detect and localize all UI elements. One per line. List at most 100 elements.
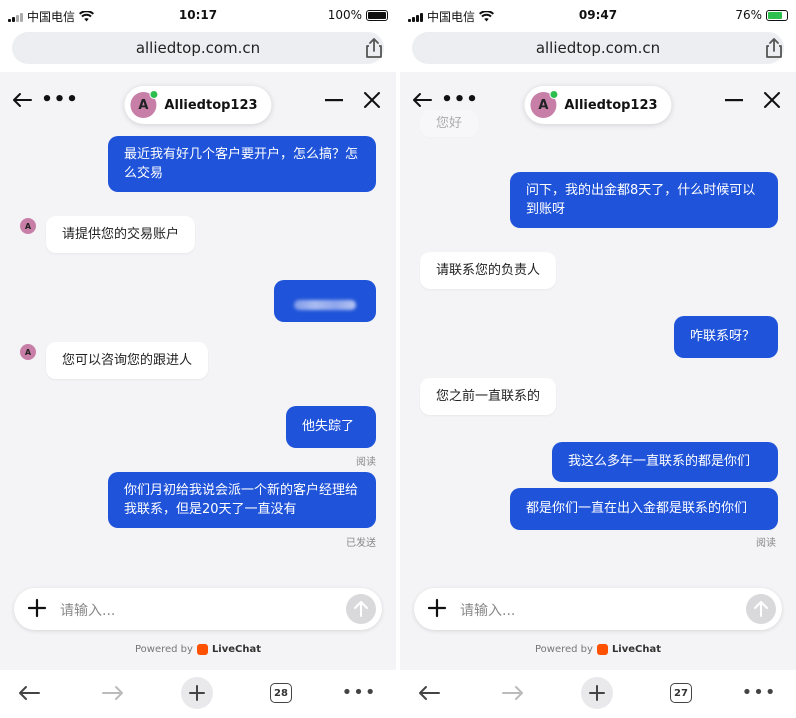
browser-back-button[interactable] — [12, 676, 46, 710]
browser-address-bar: alliedtop.com.cn — [0, 30, 396, 72]
back-arrow-icon — [419, 686, 440, 700]
agent-pill: A Alliedtop123 — [524, 86, 672, 124]
close-icon — [764, 92, 780, 108]
message-input[interactable]: 请输入... — [60, 600, 115, 620]
avatar: A — [530, 90, 559, 118]
chat-header: ••• A Alliedtop123 — [400, 72, 796, 134]
agent-avatar-small: A — [20, 344, 36, 360]
forward-arrow-icon — [502, 686, 523, 700]
minimize-icon — [325, 99, 343, 102]
send-arrow-icon — [354, 601, 368, 617]
online-indicator — [149, 90, 159, 99]
send-button[interactable] — [746, 594, 776, 624]
message-incoming: 您之前一直联系的 — [420, 378, 557, 415]
back-arrow-icon — [413, 93, 432, 107]
livechat-logo-icon — [596, 644, 608, 655]
message-outgoing-redacted — [274, 280, 376, 322]
chat-window: ••• A Alliedtop123 最近我有好几个客户要开户，怎么搞？怎么交易… — [0, 72, 396, 670]
new-tab-button[interactable] — [180, 676, 214, 710]
browser-menu-button[interactable]: ••• — [342, 676, 376, 710]
avatar: A — [130, 90, 159, 118]
message-incoming: 请联系您的负责人 — [420, 252, 557, 289]
message-incoming: 请提供您的交易账户 — [46, 216, 196, 253]
battery-percent: 100% — [327, 8, 362, 22]
url-field[interactable]: alliedtop.com.cn — [12, 32, 384, 64]
livechat-logo-icon — [196, 644, 208, 655]
minimize-icon — [725, 99, 743, 102]
browser-address-bar: alliedtop.com.cn — [400, 30, 796, 72]
status-bar: 中国电信 09:47 76% — [400, 0, 796, 30]
minimize-button[interactable] — [720, 86, 748, 114]
message-outgoing: 都是你们一直在出入金都是联系的你们 — [510, 488, 778, 530]
more-options-button[interactable]: ••• — [41, 86, 78, 114]
message-input-bar: 请输入... — [14, 588, 382, 630]
url-field[interactable]: alliedtop.com.cn — [412, 32, 784, 64]
redacted-text — [294, 299, 356, 310]
chat-header: ••• A Alliedtop123 — [0, 72, 396, 134]
powered-by-label: Powered by — [134, 644, 193, 655]
read-receipt: 阅读 — [756, 538, 776, 549]
message-outgoing: 你们月初给我说会派一个新的客户经理给我联系，但是20天了一直没有 — [108, 472, 376, 528]
close-icon — [364, 92, 380, 108]
more-icon: ••• — [441, 89, 479, 110]
browser-forward-button[interactable] — [496, 676, 530, 710]
message-outgoing: 问下，我的出金都8天了，什么时候可以到账呀 — [510, 172, 778, 228]
back-arrow-icon — [13, 93, 32, 107]
forward-arrow-icon — [102, 686, 123, 700]
more-icon: ••• — [341, 682, 377, 703]
message-incoming: 您可以咨询您的跟进人 — [46, 342, 209, 379]
message-input[interactable]: 请输入... — [460, 600, 515, 620]
close-button[interactable] — [758, 86, 786, 114]
browser-back-button[interactable] — [412, 676, 446, 710]
send-arrow-icon — [754, 601, 768, 617]
powered-by-footer[interactable]: Powered by LiveChat — [400, 644, 796, 655]
share-icon[interactable] — [762, 36, 786, 60]
share-icon[interactable] — [362, 36, 386, 60]
more-icon: ••• — [741, 682, 777, 703]
plus-icon — [581, 677, 613, 709]
battery-icon — [766, 9, 788, 21]
plus-icon[interactable] — [26, 597, 48, 619]
chat-window: 您好 ••• A Alliedtop123 问下，我的出金都8天了，什么时候可以… — [400, 72, 796, 670]
powered-by-footer[interactable]: Powered by LiveChat — [0, 644, 396, 655]
minimize-button[interactable] — [320, 86, 348, 114]
battery-icon — [366, 9, 388, 21]
browser-forward-button[interactable] — [96, 676, 130, 710]
send-button[interactable] — [346, 594, 376, 624]
agent-pill: A Alliedtop123 — [124, 86, 272, 124]
message-outgoing: 他失踪了 — [286, 406, 376, 448]
online-indicator — [549, 90, 559, 99]
plus-icon[interactable] — [426, 597, 448, 619]
agent-name: Alliedtop123 — [564, 97, 658, 113]
browser-toolbar: 28 ••• — [0, 670, 396, 718]
powered-by-label: Powered by — [534, 644, 593, 655]
tabs-icon: 28 — [270, 683, 292, 703]
tabs-button[interactable]: 27 — [664, 676, 698, 710]
close-button[interactable] — [358, 86, 386, 114]
back-arrow-icon — [19, 686, 40, 700]
message-outgoing: 最近我有好几个客户要开户，怎么搞？怎么交易 — [108, 136, 376, 192]
sent-receipt: 已发送 — [346, 538, 376, 549]
battery-status: 100% — [328, 8, 388, 22]
read-receipt: 阅读 — [356, 457, 376, 468]
tabs-button[interactable]: 28 — [264, 676, 298, 710]
agent-avatar-small: A — [20, 218, 36, 234]
tabs-icon: 27 — [670, 683, 692, 703]
right-phone-screenshot: 中国电信 09:47 76% alliedtop.com.cn 您好 ••• A… — [400, 0, 796, 718]
battery-status: 76% — [735, 8, 788, 22]
new-tab-button[interactable] — [580, 676, 614, 710]
livechat-name: LiveChat — [611, 644, 662, 655]
livechat-name: LiveChat — [211, 644, 262, 655]
status-bar: 中国电信 10:17 100% — [0, 0, 396, 30]
message-outgoing: 我这么多年一直联系的都是你们 — [552, 442, 778, 482]
back-button[interactable] — [408, 86, 436, 114]
browser-menu-button[interactable]: ••• — [742, 676, 776, 710]
browser-toolbar: 27 ••• — [400, 670, 796, 718]
agent-name: Alliedtop123 — [164, 97, 258, 113]
message-input-bar: 请输入... — [414, 588, 782, 630]
battery-percent: 76% — [735, 8, 762, 22]
back-button[interactable] — [8, 86, 36, 114]
left-phone-screenshot: 中国电信 10:17 100% alliedtop.com.cn ••• A A… — [0, 0, 396, 718]
more-options-button[interactable]: ••• — [441, 86, 478, 114]
message-outgoing: 咋联系呀？ — [674, 316, 778, 358]
